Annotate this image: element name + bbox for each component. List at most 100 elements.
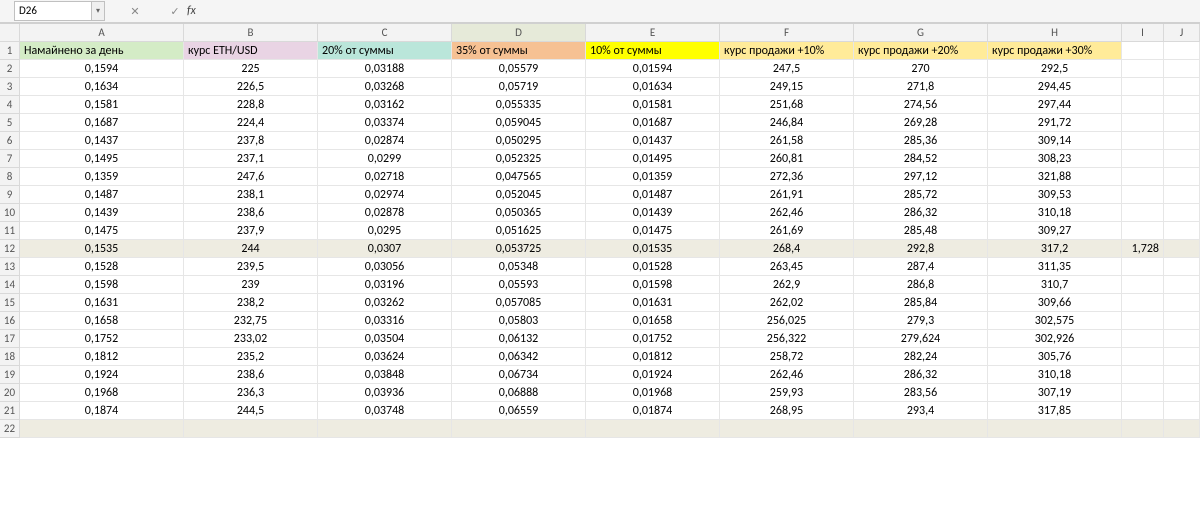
cell-E2[interactable]: 0,01594 <box>586 60 720 78</box>
row-header-21[interactable]: 21 <box>0 402 20 420</box>
cell-I19[interactable] <box>1122 366 1164 384</box>
cell-A17[interactable]: 0,1752 <box>20 330 184 348</box>
name-box[interactable]: D26 <box>14 1 92 21</box>
cell-B20[interactable]: 236,3 <box>184 384 318 402</box>
row-header-19[interactable]: 19 <box>0 366 20 384</box>
cell-J16[interactable] <box>1164 312 1200 330</box>
cell-A10[interactable]: 0,1439 <box>20 204 184 222</box>
cell-A4[interactable]: 0,1581 <box>20 96 184 114</box>
cell-C15[interactable]: 0,03262 <box>318 294 452 312</box>
cell-C19[interactable]: 0,03848 <box>318 366 452 384</box>
cell-J17[interactable] <box>1164 330 1200 348</box>
cell-C13[interactable]: 0,03056 <box>318 258 452 276</box>
cell-B9[interactable]: 238,1 <box>184 186 318 204</box>
cell-E10[interactable]: 0,01439 <box>586 204 720 222</box>
row-header-22[interactable]: 22 <box>0 420 20 438</box>
cell-B4[interactable]: 228,8 <box>184 96 318 114</box>
cell-B15[interactable]: 238,2 <box>184 294 318 312</box>
cell-F12[interactable]: 268,4 <box>720 240 854 258</box>
cell-A21[interactable]: 0,1874 <box>20 402 184 420</box>
cell-D13[interactable]: 0,05348 <box>452 258 586 276</box>
cell-E19[interactable]: 0,01924 <box>586 366 720 384</box>
cell-G17[interactable]: 279,624 <box>854 330 988 348</box>
header-cell-G[interactable]: курс продажи +20% <box>854 42 988 60</box>
cell-C17[interactable]: 0,03504 <box>318 330 452 348</box>
cell-G18[interactable]: 282,24 <box>854 348 988 366</box>
cell-B11[interactable]: 237,9 <box>184 222 318 240</box>
cell-E11[interactable]: 0,01475 <box>586 222 720 240</box>
cell-E4[interactable]: 0,01581 <box>586 96 720 114</box>
cell-F3[interactable]: 249,15 <box>720 78 854 96</box>
cell-G2[interactable]: 270 <box>854 60 988 78</box>
row-header-10[interactable]: 10 <box>0 204 20 222</box>
cell-B18[interactable]: 235,2 <box>184 348 318 366</box>
cell-G12[interactable]: 292,8 <box>854 240 988 258</box>
cell-D6[interactable]: 0,050295 <box>452 132 586 150</box>
cell-I12[interactable]: 1,728 <box>1122 240 1164 258</box>
row-header-6[interactable]: 6 <box>0 132 20 150</box>
cell-B17[interactable]: 233,02 <box>184 330 318 348</box>
header-cell-J[interactable] <box>1164 42 1200 60</box>
cell-H21[interactable]: 317,85 <box>988 402 1122 420</box>
confirm-icon[interactable]: ✓ <box>165 2 185 20</box>
cell-E5[interactable]: 0,01687 <box>586 114 720 132</box>
cell-C11[interactable]: 0,0295 <box>318 222 452 240</box>
cell-E17[interactable]: 0,01752 <box>586 330 720 348</box>
cell-G8[interactable]: 297,12 <box>854 168 988 186</box>
cell-J13[interactable] <box>1164 258 1200 276</box>
cell-D9[interactable]: 0,052045 <box>452 186 586 204</box>
cell-D7[interactable]: 0,052325 <box>452 150 586 168</box>
cell-H11[interactable]: 309,27 <box>988 222 1122 240</box>
col-header-J[interactable]: J <box>1164 24 1200 42</box>
cell-I2[interactable] <box>1122 60 1164 78</box>
cell-E12[interactable]: 0,01535 <box>586 240 720 258</box>
cell-H17[interactable]: 302,926 <box>988 330 1122 348</box>
cell-J2[interactable] <box>1164 60 1200 78</box>
cell-J18[interactable] <box>1164 348 1200 366</box>
row-header-15[interactable]: 15 <box>0 294 20 312</box>
cell-I8[interactable] <box>1122 168 1164 186</box>
cell-D15[interactable]: 0,057085 <box>452 294 586 312</box>
col-header-G[interactable]: G <box>854 24 988 42</box>
cell-C7[interactable]: 0,0299 <box>318 150 452 168</box>
cell-H10[interactable]: 310,18 <box>988 204 1122 222</box>
cell-A13[interactable]: 0,1528 <box>20 258 184 276</box>
cell-H13[interactable]: 311,35 <box>988 258 1122 276</box>
cell-I4[interactable] <box>1122 96 1164 114</box>
header-cell-I[interactable] <box>1122 42 1164 60</box>
cell-E18[interactable]: 0,01812 <box>586 348 720 366</box>
cell-H16[interactable]: 302,575 <box>988 312 1122 330</box>
cell-F13[interactable]: 263,45 <box>720 258 854 276</box>
cell-G14[interactable]: 286,8 <box>854 276 988 294</box>
cell-A12[interactable]: 0,1535 <box>20 240 184 258</box>
cell-I15[interactable] <box>1122 294 1164 312</box>
cell-J5[interactable] <box>1164 114 1200 132</box>
cell-E15[interactable]: 0,01631 <box>586 294 720 312</box>
cell-A6[interactable]: 0,1437 <box>20 132 184 150</box>
header-cell-D[interactable]: 35% от суммы <box>452 42 586 60</box>
cell-F21[interactable]: 268,95 <box>720 402 854 420</box>
cell-H7[interactable]: 308,23 <box>988 150 1122 168</box>
cell-F9[interactable]: 261,91 <box>720 186 854 204</box>
cell-G4[interactable]: 274,56 <box>854 96 988 114</box>
col-header-A[interactable]: A <box>20 24 184 42</box>
cell-I13[interactable] <box>1122 258 1164 276</box>
cell-C2[interactable]: 0,03188 <box>318 60 452 78</box>
cell-D18[interactable]: 0,06342 <box>452 348 586 366</box>
select-all-corner[interactable] <box>0 24 20 42</box>
cell-G21[interactable]: 293,4 <box>854 402 988 420</box>
cell-F18[interactable]: 258,72 <box>720 348 854 366</box>
cell-G19[interactable]: 286,32 <box>854 366 988 384</box>
cell-J21[interactable] <box>1164 402 1200 420</box>
cell-I16[interactable] <box>1122 312 1164 330</box>
cell-B14[interactable]: 239 <box>184 276 318 294</box>
cell-G6[interactable]: 285,36 <box>854 132 988 150</box>
cell-G10[interactable]: 286,32 <box>854 204 988 222</box>
cell-C9[interactable]: 0,02974 <box>318 186 452 204</box>
cell-J12[interactable] <box>1164 240 1200 258</box>
cell-G20[interactable]: 283,56 <box>854 384 988 402</box>
col-header-I[interactable]: I <box>1122 24 1164 42</box>
row-header-1[interactable]: 1 <box>0 42 20 60</box>
cell-I5[interactable] <box>1122 114 1164 132</box>
cell-I22[interactable] <box>1122 420 1164 438</box>
